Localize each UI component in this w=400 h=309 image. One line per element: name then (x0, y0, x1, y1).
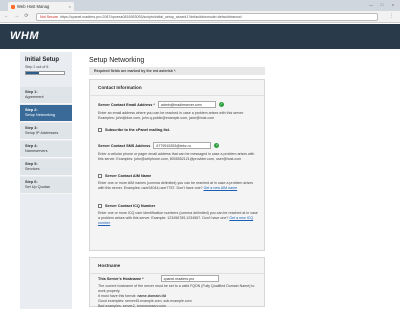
icq-label: Server Contact ICQ Number (105, 204, 156, 208)
page-title: Setup Networking (89, 57, 145, 64)
contact-information-heading: Contact Information (90, 80, 264, 96)
browser-tab[interactable]: Web Host Manag × (8, 2, 74, 11)
email-row: Server Contact Email Address * admin@mad… (98, 101, 224, 108)
email-help: Enter an email address where you can be … (98, 111, 245, 120)
window-controls: — □ × (368, 2, 396, 7)
hostname-help: The current hostname of the server must … (98, 284, 255, 308)
sms-row: Server Contact SMS Address 6779515353@te… (98, 142, 220, 149)
get-aim-link[interactable]: Get a new AIM name (204, 186, 238, 190)
aim-help: Enter one or more AIM names (comma delim… (98, 181, 254, 190)
tab-title: Web Host Manag (17, 4, 50, 9)
progress-fill (26, 72, 39, 74)
sidebar-step-1[interactable]: Step 1: Agreement (20, 87, 72, 104)
icq-checkbox[interactable] (98, 204, 102, 208)
browser-tab-bar: Web Host Manag × — □ × (0, 0, 400, 11)
sidebar-step-2[interactable]: Step 2: Setup Networking (20, 105, 72, 122)
icq-help: Enter one or more ICQ user identificatio… (98, 211, 258, 225)
aim-row: Server Contact AIM Name (98, 174, 151, 178)
sidebar-step-4[interactable]: Step 4: Nameservers (20, 141, 72, 158)
step-label: Agreement (25, 95, 44, 99)
sms-help: Enter a cellular phone or pager email ad… (98, 152, 255, 161)
aim-label: Server Contact AIM Name (105, 174, 152, 178)
whm-header: WHM (0, 24, 400, 49)
sidebar-step-5[interactable]: Step 5: Services (20, 159, 72, 176)
main-content: Setup Networking Required fields are mar… (84, 52, 274, 309)
required-fields-note: Required fields are marked by the red as… (89, 67, 265, 75)
step-label: Set Up Quotas (25, 185, 50, 189)
whm-logo[interactable]: WHM (10, 30, 39, 42)
aim-checkbox[interactable] (98, 174, 102, 178)
back-icon[interactable]: ← (3, 13, 10, 20)
step-label: Setup Networking (25, 113, 55, 117)
hostname-field[interactable]: cpanel.madiers.pro (160, 275, 219, 282)
tab-close-icon[interactable]: × (69, 4, 71, 9)
sidebar-step-6[interactable]: Step 6: Set Up Quotas (20, 177, 72, 194)
hostname-section: Hostname This Server's Hostname * cpanel… (89, 257, 265, 308)
subscribe-label: Subscribe to the cPanel mailing list. (105, 128, 170, 132)
email-label: Server Contact Email Address * (98, 102, 155, 107)
cpanel-favicon-icon (11, 4, 15, 9)
sidebar-title: Initial Setup (25, 57, 60, 63)
subscribe-row: Subscribe to the cPanel mailing list. (98, 128, 170, 132)
contact-information-section: Contact Information Server Contact Email… (89, 79, 265, 251)
step-label: Setup IP Addresses (25, 131, 59, 135)
icq-row: Server Contact ICQ Number (98, 204, 155, 208)
valid-check-icon: ✓ (218, 102, 224, 107)
valid-check-icon: ✓ (214, 143, 220, 148)
setup-progress-bar (25, 71, 65, 75)
step-label: Nameservers (25, 149, 48, 153)
step-counter: Step 2 out of 6 (25, 65, 49, 69)
subscribe-checkbox[interactable] (98, 128, 102, 132)
hostname-label: This Server's Hostname * (98, 276, 144, 281)
sms-label: Server Contact SMS Address (98, 143, 151, 148)
maximize-icon[interactable]: □ (379, 2, 385, 7)
not-secure-label[interactable]: Not Secure (40, 15, 58, 19)
setup-sidebar: Initial Setup Step 2 out of 6 Step 1: Agr… (20, 52, 72, 309)
reload-icon[interactable]: ⟳ (23, 13, 30, 20)
sms-field[interactable]: 6779515353@tekz.ru (153, 142, 212, 149)
minimize-icon[interactable]: — (368, 2, 374, 7)
url-input[interactable]: Not Secure https://cpanel.madiers.pro:20… (36, 13, 378, 21)
step-label: Services (25, 167, 40, 171)
address-bar-row: ← → ⟳ Not Secure https://cpanel.madiers.… (0, 11, 400, 23)
forward-icon[interactable]: → (13, 13, 20, 20)
browser-menu-icon[interactable]: ⋮ (389, 13, 394, 19)
hostname-heading: Hostname (90, 258, 264, 274)
close-window-icon[interactable]: × (390, 2, 396, 7)
url-text: https://cpanel.madiers.pro:2087/cpsess08… (59, 15, 242, 19)
email-field[interactable]: admin@madiersever.com (157, 101, 216, 108)
hostname-row: This Server's Hostname * cpanel.madiers.… (98, 275, 219, 282)
sidebar-step-3[interactable]: Step 3: Setup IP Addresses (20, 123, 72, 140)
